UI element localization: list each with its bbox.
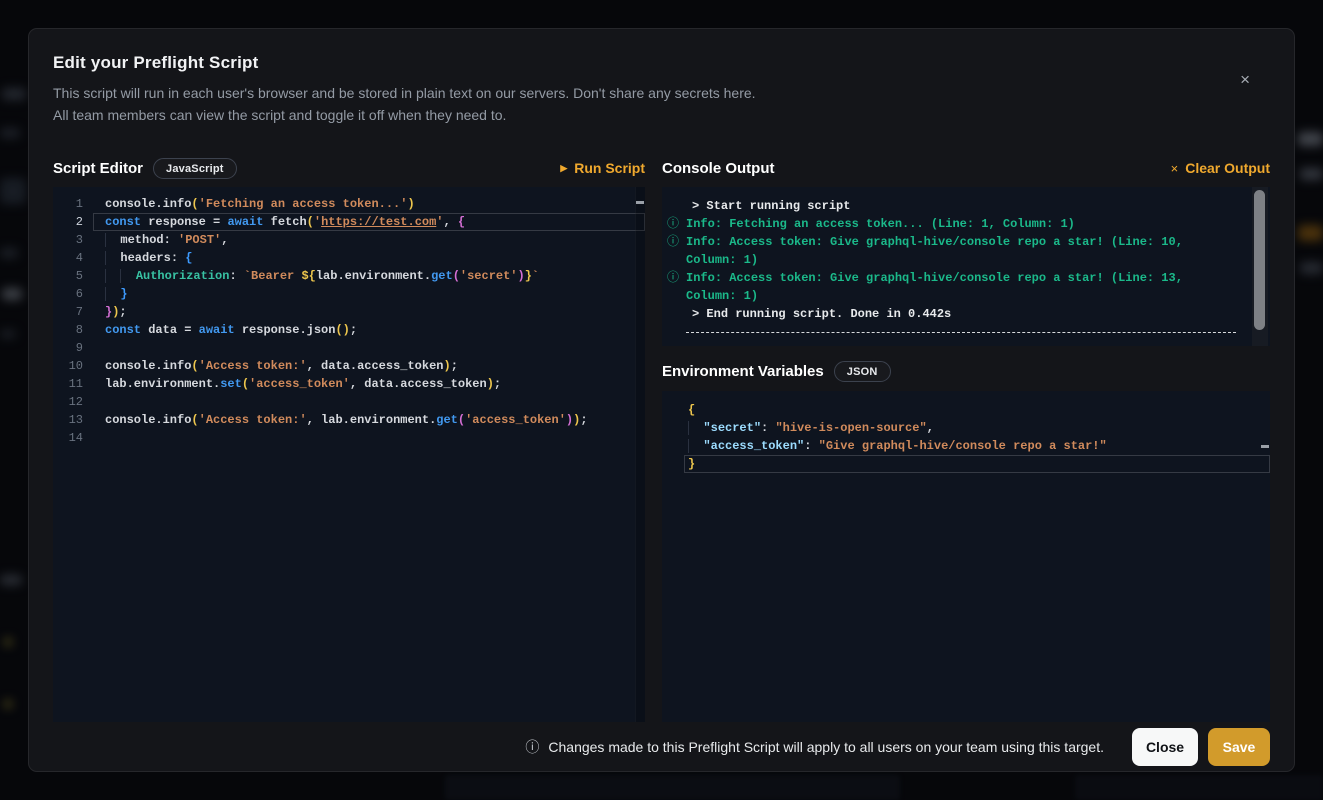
modal-description-line-1: This script will run in each user's brow… <box>53 82 1270 104</box>
line-number: 11 <box>53 375 93 393</box>
line-number: 13 <box>53 411 93 429</box>
info-icon: ⓘ <box>667 215 679 233</box>
line-number: 8 <box>53 321 93 339</box>
ruler-mark <box>636 201 644 204</box>
line-number: 9 <box>53 339 93 357</box>
console-line: ⓘInfo: Access token: Give graphql-hive/c… <box>662 269 1236 305</box>
console-line: ⓘInfo: Fetching an access token... (Line… <box>662 215 1236 233</box>
line-number: 12 <box>53 393 93 411</box>
code-line[interactable]: { <box>662 401 1270 419</box>
ruler-mark <box>1261 445 1269 448</box>
code-line[interactable]: 4 headers: { <box>53 249 645 267</box>
console-line: > Start running script <box>662 197 1236 215</box>
console-separator <box>686 332 1236 333</box>
play-icon: ▶ <box>560 164 567 173</box>
run-script-label: Run Script <box>574 160 645 176</box>
preflight-script-modal: × Edit your Preflight Script This script… <box>28 28 1295 772</box>
clear-output-button[interactable]: × Clear Output <box>1171 160 1270 176</box>
footer-note-text: Changes made to this Preflight Script wi… <box>548 739 1104 755</box>
clear-output-label: Clear Output <box>1185 160 1270 176</box>
line-number: 7 <box>53 303 93 321</box>
info-icon: ⓘ <box>667 233 679 251</box>
code-line[interactable]: 3 method: 'POST', <box>53 231 645 249</box>
modal-footer: ⓘ Changes made to this Preflight Script … <box>53 722 1270 771</box>
info-icon: ⓘ <box>667 269 679 287</box>
code-line[interactable]: 6 } <box>53 285 645 303</box>
code-line[interactable]: 2const response = await fetch('https://t… <box>53 213 645 231</box>
console-output-panel[interactable]: > Start running scriptⓘInfo: Fetching an… <box>662 187 1270 346</box>
close-icon[interactable]: × <box>1240 71 1250 88</box>
console-scrollbar[interactable] <box>1254 190 1265 330</box>
editor-overview-ruler <box>635 187 645 722</box>
line-number: 10 <box>53 357 93 375</box>
console-output-title: Console Output <box>662 160 775 177</box>
script-editor-header: Script Editor JavaScript ▶ Run Script <box>53 153 645 183</box>
code-line[interactable]: 14 <box>53 429 645 447</box>
footer-note: ⓘ Changes made to this Preflight Script … <box>525 737 1104 757</box>
code-line[interactable]: 7}); <box>53 303 645 321</box>
code-line[interactable]: 8const data = await response.json(); <box>53 321 645 339</box>
line-number: 1 <box>53 195 93 213</box>
line-number: 5 <box>53 267 93 285</box>
line-number: 6 <box>53 285 93 303</box>
line-number: 2 <box>53 213 93 231</box>
code-line[interactable]: "access_token": "Give graphql-hive/conso… <box>662 437 1270 455</box>
script-editor-column: Script Editor JavaScript ▶ Run Script 1c… <box>53 153 645 722</box>
code-line[interactable]: 11lab.environment.set('access_token', da… <box>53 375 645 393</box>
editor-overview-ruler <box>1260 391 1270 722</box>
console-line: ⓘInfo: Access token: Give graphql-hive/c… <box>662 233 1236 269</box>
code-line[interactable]: "secret": "hive-is-open-source", <box>662 419 1270 437</box>
line-number: 4 <box>53 249 93 267</box>
code-line[interactable]: 9 <box>53 339 645 357</box>
run-script-button[interactable]: ▶ Run Script <box>560 160 645 176</box>
code-line[interactable]: } <box>662 455 1270 473</box>
info-icon: ⓘ <box>525 737 539 757</box>
line-number: 14 <box>53 429 93 447</box>
script-editor-title: Script Editor <box>53 160 143 177</box>
console-header: Console Output × Clear Output <box>662 153 1270 183</box>
code-line[interactable]: 10console.info('Access token:', data.acc… <box>53 357 645 375</box>
code-line[interactable]: 12 <box>53 393 645 411</box>
javascript-badge: JavaScript <box>153 158 237 179</box>
json-badge: JSON <box>834 361 891 382</box>
code-line[interactable]: 5 Authorization: `Bearer ${lab.environme… <box>53 267 645 285</box>
code-line[interactable]: 13console.info('Access token:', lab.envi… <box>53 411 645 429</box>
modal-description-line-2: All team members can view the script and… <box>53 104 1270 126</box>
close-button[interactable]: Close <box>1132 728 1198 766</box>
output-column: Console Output × Clear Output > Start ru… <box>662 153 1270 722</box>
env-vars-header: Environment Variables JSON <box>662 356 1270 386</box>
env-vars-title: Environment Variables <box>662 363 824 380</box>
clear-icon: × <box>1171 162 1179 175</box>
script-code-editor[interactable]: 1console.info('Fetching an access token.… <box>53 187 645 722</box>
code-line[interactable]: 1console.info('Fetching an access token.… <box>53 195 645 213</box>
env-vars-editor[interactable]: { "secret": "hive-is-open-source", "acce… <box>662 391 1270 722</box>
modal-description: This script will run in each user's brow… <box>53 82 1270 126</box>
save-button[interactable]: Save <box>1208 728 1270 766</box>
console-line: > End running script. Done in 0.442s <box>662 305 1236 323</box>
line-number: 3 <box>53 231 93 249</box>
modal-body: Script Editor JavaScript ▶ Run Script 1c… <box>53 153 1270 722</box>
modal-title: Edit your Preflight Script <box>53 53 1270 73</box>
